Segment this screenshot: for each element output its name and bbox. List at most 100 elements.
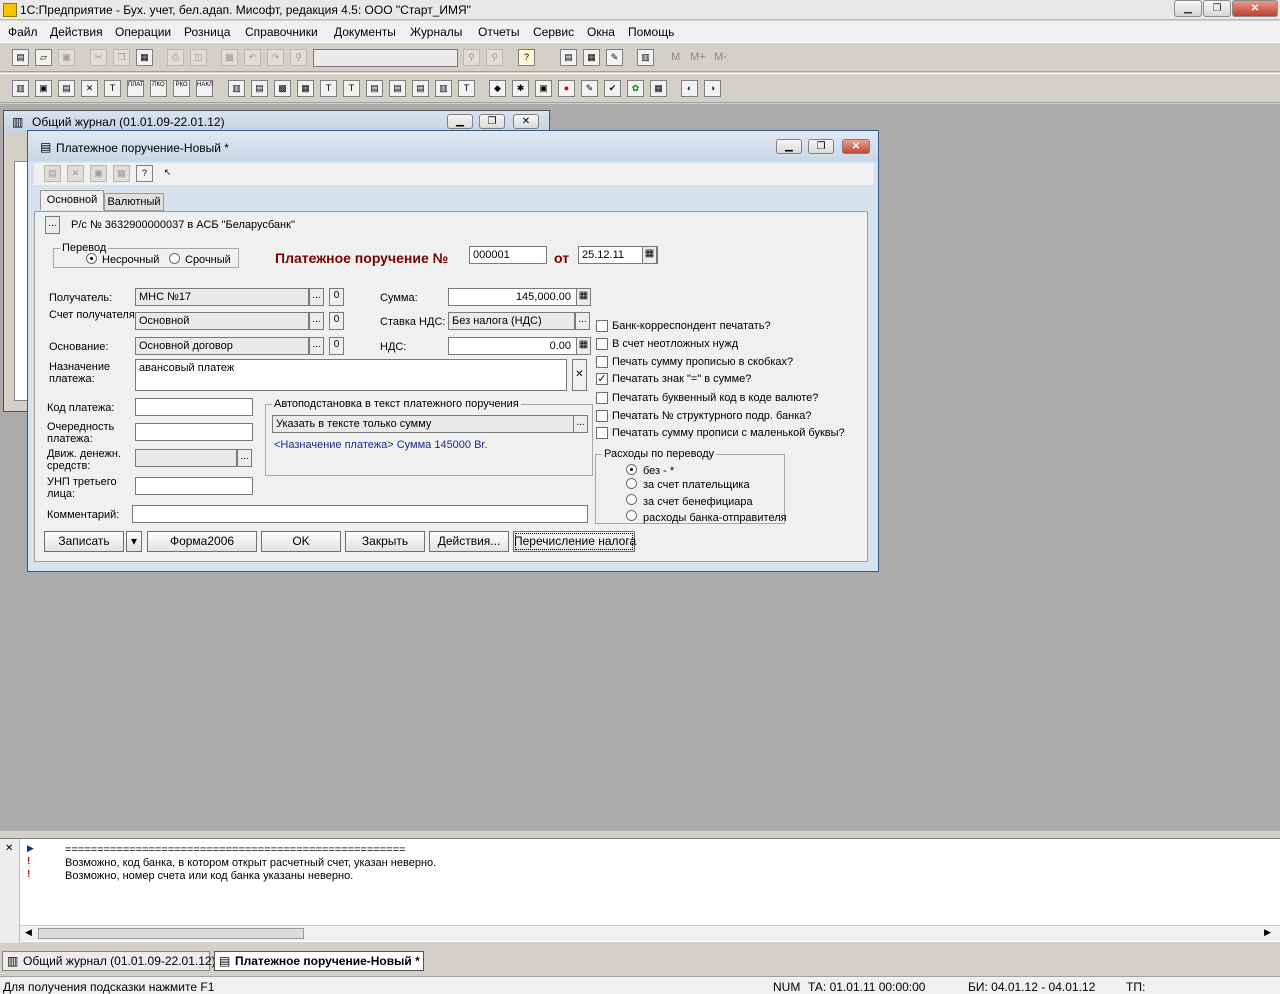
cash-flow-select-button[interactable]: ...: [237, 449, 252, 467]
tool5-icon[interactable]: ✎: [581, 80, 598, 97]
purpose-clear-button[interactable]: ✕: [572, 359, 587, 391]
copy-icon[interactable]: ❐: [113, 49, 130, 66]
ledger-icon[interactable]: ▤: [58, 80, 75, 97]
checkbox-equals-sign[interactable]: ✓: [596, 373, 608, 385]
m-minus-button[interactable]: M-: [714, 51, 727, 63]
tax-icon[interactable]: T: [104, 80, 121, 97]
purpose-field[interactable]: авансовый платеж: [135, 359, 567, 391]
recipient-account-field[interactable]: Основной: [135, 312, 309, 330]
redo-icon[interactable]: ↷: [267, 49, 284, 66]
recipient-field[interactable]: МНС №17: [135, 288, 309, 306]
doc-copy-icon[interactable]: ▤: [44, 165, 61, 182]
search-combo[interactable]: [313, 49, 458, 67]
vat-rate-select-button[interactable]: ...: [575, 312, 590, 330]
checkbox-bank-unit-number[interactable]: [596, 410, 608, 422]
m-button[interactable]: M: [671, 51, 680, 63]
menu-reports[interactable]: Отчеты: [478, 25, 519, 39]
basis-select-button[interactable]: ...: [309, 337, 324, 355]
tool7-icon[interactable]: ✿: [627, 80, 644, 97]
basis-zero-button[interactable]: 0: [329, 337, 344, 355]
save-button[interactable]: Записать: [44, 531, 124, 552]
tool2-icon[interactable]: ✱: [512, 80, 529, 97]
number-field[interactable]: 000001: [469, 246, 547, 264]
comment-field[interactable]: [132, 505, 588, 523]
taskbar-item-journal[interactable]: ▥ Общий журнал (01.01.09-22.01.12): [2, 951, 216, 971]
tool1-icon[interactable]: ◆: [489, 80, 506, 97]
menu-documents[interactable]: Документы: [334, 25, 396, 39]
auto-substitution-field[interactable]: Указать в тексте только сумму: [272, 415, 574, 433]
paste-icon[interactable]: ▦: [136, 49, 153, 66]
cut-icon[interactable]: ✂: [90, 49, 107, 66]
taskbar-item-payment-order[interactable]: ▤ Платежное поручение-Новый *: [214, 951, 424, 971]
calendar-icon[interactable]: ▦: [583, 49, 600, 66]
expenses-payer-radio[interactable]: [626, 478, 637, 489]
scrollbar-thumb[interactable]: [38, 928, 304, 939]
close-form-button[interactable]: Закрыть: [345, 531, 425, 552]
report8-icon[interactable]: ▤: [389, 80, 406, 97]
menu-actions[interactable]: Действия: [50, 25, 103, 39]
report9-icon[interactable]: ▤: [412, 80, 429, 97]
tab-currency[interactable]: Валютный: [104, 193, 164, 211]
tool10-icon[interactable]: ◑: [704, 80, 721, 97]
menu-journals[interactable]: Журналы: [410, 25, 462, 39]
tool6-icon[interactable]: ✔: [604, 80, 621, 97]
unp-field[interactable]: [135, 477, 253, 495]
report5-icon[interactable]: T: [320, 80, 337, 97]
doc-help-icon[interactable]: ?: [136, 165, 153, 182]
journal-minimize-button[interactable]: ▁: [447, 114, 473, 129]
doc-entries-icon[interactable]: ▦: [113, 165, 130, 182]
doc-close-button[interactable]: ✕: [842, 139, 870, 154]
tool3-icon[interactable]: ▣: [535, 80, 552, 97]
doc-delete-icon[interactable]: ✕: [67, 165, 84, 182]
message-scrollbar[interactable]: ◀ ▶: [20, 925, 1280, 941]
tab-main[interactable]: Основной: [40, 190, 104, 210]
doc-restore-button[interactable]: ❐: [808, 139, 834, 154]
new-icon[interactable]: ▤: [12, 49, 29, 66]
report3-icon[interactable]: ▩: [274, 80, 291, 97]
tool8-icon[interactable]: ▦: [650, 80, 667, 97]
recipient-zero-button[interactable]: 0: [329, 288, 344, 306]
menu-file[interactable]: Файл: [8, 25, 38, 39]
open-icon[interactable]: ▱: [35, 49, 52, 66]
ok-button[interactable]: OK: [261, 531, 341, 552]
vat-field[interactable]: 0.00: [448, 337, 590, 355]
auto-substitution-select-button[interactable]: ...: [573, 415, 588, 433]
chart-icon[interactable]: ▥: [12, 80, 29, 97]
find-prev-icon[interactable]: ⚲: [486, 49, 503, 66]
sum-calc-button[interactable]: ▦: [576, 288, 591, 306]
doc-post-icon[interactable]: ▣: [90, 165, 107, 182]
report6-icon[interactable]: T: [343, 80, 360, 97]
rko-icon[interactable]: РКО: [173, 80, 190, 97]
expenses-beneficiary-radio[interactable]: [626, 494, 637, 505]
preview-icon[interactable]: ◫: [190, 49, 207, 66]
calc-icon[interactable]: ▩: [221, 49, 238, 66]
scroll-right-icon[interactable]: ▶: [1264, 927, 1271, 938]
journal-restore-button[interactable]: ❐: [479, 114, 505, 129]
doc-whats-this-icon[interactable]: ↖: [159, 165, 176, 182]
form2006-button[interactable]: Форма2006: [147, 531, 257, 552]
save-icon[interactable]: ▣: [58, 49, 75, 66]
checkbox-currency-letter-code[interactable]: [596, 392, 608, 404]
report7-icon[interactable]: ▤: [366, 80, 383, 97]
transfer-nonurgent-radio[interactable]: [86, 253, 97, 264]
report4-icon[interactable]: ▦: [297, 80, 314, 97]
nakl-icon[interactable]: НАКЛ: [196, 80, 213, 97]
minimize-button[interactable]: ▁: [1174, 0, 1202, 17]
plat-icon[interactable]: ПЛАТ: [127, 80, 144, 97]
report10-icon[interactable]: ▥: [435, 80, 452, 97]
sum-field[interactable]: 145,000.00: [448, 288, 590, 306]
journal-close-button[interactable]: ✕: [513, 114, 539, 129]
edit-icon[interactable]: ✎: [606, 49, 623, 66]
account-select-button[interactable]: ...: [45, 216, 60, 234]
menu-operations[interactable]: Операции: [115, 25, 171, 39]
box-icon[interactable]: ▣: [35, 80, 52, 97]
transfer-urgent-radio[interactable]: [169, 253, 180, 264]
journal-list[interactable]: [14, 161, 28, 401]
m-plus-button[interactable]: M+: [690, 51, 706, 63]
menu-service[interactable]: Сервис: [533, 25, 574, 39]
restore-button[interactable]: ❐: [1203, 0, 1231, 17]
scroll-left-icon[interactable]: ◀: [25, 927, 32, 938]
payment-order-window[interactable]: ▤ Платежное поручение-Новый * ▁ ❐ ✕ ▤ ✕ …: [27, 130, 879, 572]
actions-button[interactable]: Действия...: [429, 531, 509, 552]
doc-minimize-button[interactable]: ▁: [776, 139, 802, 154]
